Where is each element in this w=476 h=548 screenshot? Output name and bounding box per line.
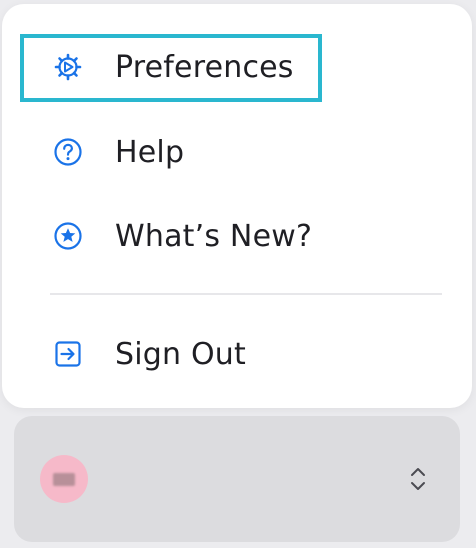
star-circle-icon xyxy=(52,220,84,252)
question-circle-icon xyxy=(52,136,84,168)
menu-item-label: What’s New? xyxy=(115,218,313,254)
account-switcher[interactable] xyxy=(14,416,460,542)
menu-divider xyxy=(50,293,442,295)
account-menu: Preferences Help What’s New? Sign Out xyxy=(2,4,472,408)
menu-item-label: Preferences xyxy=(115,49,294,85)
avatar xyxy=(40,455,88,503)
gear-icon xyxy=(52,51,84,83)
sign-out-icon xyxy=(52,338,84,370)
menu-item-label: Sign Out xyxy=(115,336,246,372)
menu-item-preferences[interactable]: Preferences xyxy=(2,37,472,97)
chevron-up-down-icon[interactable] xyxy=(406,466,430,492)
menu-item-help[interactable]: Help xyxy=(2,122,472,182)
menu-item-label: Help xyxy=(115,134,185,170)
menu-item-whats-new[interactable]: What’s New? xyxy=(2,206,472,266)
app-stage: Preferences Help What’s New? Sign Out xyxy=(0,0,476,548)
menu-item-sign-out[interactable]: Sign Out xyxy=(2,324,472,384)
avatar-placeholder xyxy=(53,472,75,486)
